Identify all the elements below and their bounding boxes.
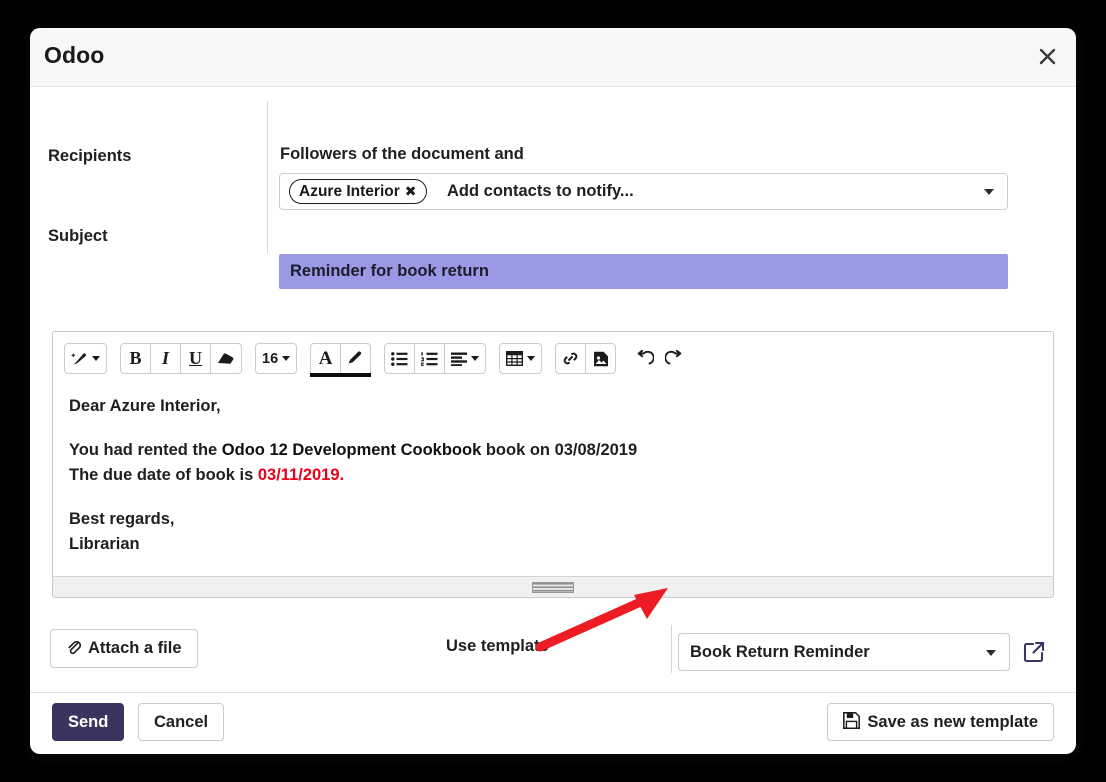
- body-line-1: You had rented the Odoo 12 Development C…: [69, 438, 1037, 464]
- toolbar-group-fontsize: 16: [255, 343, 298, 374]
- chevron-down-icon: [471, 356, 480, 361]
- send-button[interactable]: Send: [52, 703, 125, 741]
- font-size-value: 16: [262, 350, 279, 367]
- image-button[interactable]: [585, 343, 617, 374]
- template-selected-value: Book Return Reminder: [690, 642, 870, 661]
- save-as-new-template-label: Save as new template: [867, 712, 1038, 731]
- close-icon[interactable]: [1032, 41, 1062, 71]
- background-color-button[interactable]: [340, 343, 372, 377]
- compose-email-dialog: Odoo Recipients Followers of the documen…: [30, 28, 1076, 754]
- subject-input[interactable]: Reminder for book return: [279, 254, 1008, 289]
- ordered-list-button[interactable]: [414, 343, 446, 374]
- attach-file-label: Attach a file: [88, 639, 182, 657]
- body-book-title: Odoo 12 Development Cookbook: [221, 440, 482, 459]
- body-line-2: The due date of book is 03/11/2019.: [69, 463, 1037, 489]
- editor-resize-handle[interactable]: [532, 582, 574, 593]
- undo-button[interactable]: [629, 343, 660, 374]
- chevron-down-icon: [92, 356, 100, 361]
- dialog-header: Odoo: [30, 28, 1076, 87]
- font-color-swatch: [310, 373, 342, 377]
- recipient-tag-label: Azure Interior: [299, 182, 400, 200]
- table-button[interactable]: [499, 343, 543, 374]
- attachment-template-row: Attach a file Use template Book Return R…: [30, 615, 1076, 693]
- dialog-body: Recipients Followers of the document and…: [30, 87, 1076, 693]
- toolbar-group-history: [629, 343, 690, 374]
- screenshot-root: Odoo Recipients Followers of the documen…: [0, 0, 1106, 782]
- toolbar-group-table: [499, 343, 543, 374]
- dialog-footer: Send Cancel Save as new template: [30, 693, 1076, 753]
- paperclip-icon: [66, 639, 82, 659]
- form-vertical-divider: [267, 101, 268, 253]
- recipient-tag-azure-interior[interactable]: Azure Interior ✖: [289, 179, 427, 204]
- compose-form: Recipients Followers of the document and…: [30, 87, 1076, 289]
- recipients-input[interactable]: Azure Interior ✖ Add contacts to notify.…: [279, 173, 1008, 210]
- toolbar-group-style: [64, 343, 107, 374]
- toolbar-group-format: B I U: [120, 343, 242, 374]
- bold-button[interactable]: B: [120, 343, 151, 374]
- dialog-title: Odoo: [44, 42, 105, 68]
- toolbar-group-insert: [555, 343, 617, 374]
- underline-glyph: U: [189, 348, 202, 368]
- body-greeting: Dear Azure Interior,: [69, 397, 221, 415]
- bold-glyph: B: [129, 348, 142, 368]
- font-color-glyph: A: [318, 348, 333, 369]
- body-due-date: 03/11/2019.: [257, 466, 345, 485]
- external-link-icon[interactable]: [1022, 640, 1046, 664]
- save-as-new-template-button[interactable]: Save as new template: [827, 703, 1054, 741]
- redo-button[interactable]: [659, 343, 690, 374]
- toolbar-group-lists: [384, 343, 487, 374]
- align-button[interactable]: [444, 343, 487, 374]
- toolbar-group-colors: A: [310, 343, 372, 377]
- use-template-label: Use template: [446, 637, 549, 655]
- chevron-down-icon[interactable]: [986, 650, 996, 656]
- italic-button[interactable]: I: [150, 343, 181, 374]
- body-signoff: Best regards,: [69, 509, 175, 528]
- editor-resize-bar: [53, 576, 1053, 597]
- recipients-placeholder-text: Add contacts to notify...: [447, 182, 634, 200]
- cancel-button[interactable]: Cancel: [138, 703, 225, 741]
- body-spacer-2: [69, 489, 1037, 507]
- clear-format-button[interactable]: [210, 343, 242, 374]
- floppy-disk-icon: [843, 711, 861, 733]
- italic-glyph: I: [161, 348, 169, 368]
- email-body-content[interactable]: Dear Azure Interior, You had rented the …: [53, 386, 1053, 576]
- body-spacer-1: [69, 420, 1037, 438]
- body-line-1-suffix: book on 03/08/2019: [481, 440, 638, 459]
- chevron-down-icon: [282, 356, 291, 361]
- body-signature: Librarian: [69, 535, 140, 554]
- underline-button[interactable]: U: [180, 343, 211, 374]
- subject-value: Reminder for book return: [290, 262, 489, 280]
- unordered-list-button[interactable]: [384, 343, 416, 374]
- chevron-down-icon: [527, 356, 536, 361]
- attach-file-button[interactable]: Attach a file: [50, 629, 198, 668]
- editor-toolbar: B I U 16 A: [53, 332, 1053, 386]
- body-line-1-prefix: You had rented the: [69, 440, 222, 459]
- style-picker-button[interactable]: [64, 343, 107, 374]
- link-button[interactable]: [555, 343, 587, 374]
- font-size-button[interactable]: 16: [255, 343, 298, 374]
- rich-text-editor: B I U 16 A Dear Azure Interior, You had …: [52, 331, 1054, 598]
- chevron-down-icon[interactable]: [984, 189, 994, 195]
- body-line-2-prefix: The due date of book is: [69, 466, 258, 485]
- font-color-button[interactable]: A: [310, 343, 342, 377]
- background-color-swatch: [340, 373, 372, 377]
- followers-text: Followers of the document and: [280, 145, 524, 163]
- template-select[interactable]: Book Return Reminder: [678, 633, 1010, 671]
- subject-label: Subject: [48, 227, 108, 245]
- recipients-label: Recipients: [48, 147, 132, 165]
- remove-tag-icon[interactable]: ✖: [405, 185, 417, 199]
- template-vertical-divider: [671, 625, 672, 673]
